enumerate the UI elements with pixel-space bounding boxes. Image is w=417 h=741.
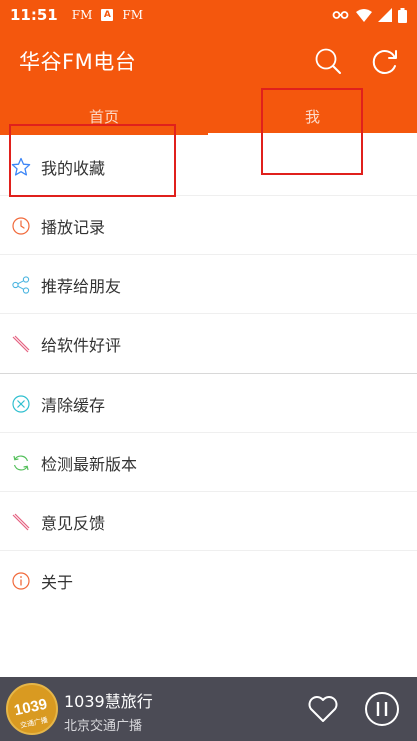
menu-item-feedback[interactable]: 意见反馈 xyxy=(0,492,417,551)
refresh-button[interactable] xyxy=(368,44,402,78)
signal-icon xyxy=(378,8,392,22)
favorite-button[interactable] xyxy=(306,693,340,725)
menu-item-label: 播放记录 xyxy=(41,217,106,237)
star-icon xyxy=(11,157,31,177)
menu-item-label: 推荐给朋友 xyxy=(41,276,122,296)
tab-me[interactable]: 我 xyxy=(208,98,417,135)
app-title: 华谷FM电台 xyxy=(19,50,137,74)
feedback-icon xyxy=(11,512,31,532)
menu-item-label: 意见反馈 xyxy=(41,513,106,533)
refresh-icon xyxy=(372,50,397,74)
menu-item-label: 给软件好评 xyxy=(41,335,122,355)
clock-icon xyxy=(11,216,31,236)
menu-item-history[interactable]: 播放记录 xyxy=(0,196,417,255)
clear-icon xyxy=(11,394,31,414)
a-notification-icon: A xyxy=(101,9,114,21)
update-icon xyxy=(11,453,31,473)
tab-bar: 首页 我 xyxy=(0,98,417,135)
info-icon xyxy=(11,571,31,591)
menu-item-share[interactable]: 推荐给朋友 xyxy=(0,255,417,314)
menu-item-label: 关于 xyxy=(41,572,74,592)
menu-list: 我的收藏 播放记录 推荐给朋友 给软件好评 清除缓存 检测最新版本 意见反馈 关… xyxy=(0,137,417,610)
mini-player[interactable]: 1039 交通广播 1039慧旅行 北京交通广播 xyxy=(0,677,417,741)
menu-item-favorites[interactable]: 我的收藏 xyxy=(0,137,417,196)
search-button[interactable] xyxy=(311,44,345,78)
station-name: 1039慧旅行 xyxy=(64,692,153,711)
tab-home[interactable]: 首页 xyxy=(0,98,208,135)
menu-item-about[interactable]: 关于 xyxy=(0,551,417,610)
channel-name: 北京交通广播 xyxy=(64,719,143,734)
heart-icon xyxy=(308,696,338,722)
menu-item-check-update[interactable]: 检测最新版本 xyxy=(0,433,417,492)
search-icon xyxy=(315,48,341,74)
menu-item-clear-cache[interactable]: 清除缓存 xyxy=(0,374,417,433)
battery-icon xyxy=(398,7,407,23)
app-header: 华谷FM电台 首页 我 xyxy=(0,30,417,136)
station-cover[interactable]: 1039 交通广播 xyxy=(6,683,58,735)
tab-indicator xyxy=(208,133,417,136)
fm-notification-icon-2: FM xyxy=(122,8,143,22)
menu-item-label: 我的收藏 xyxy=(41,158,106,178)
pause-button[interactable] xyxy=(364,691,400,727)
menu-item-label: 检测最新版本 xyxy=(41,454,138,474)
menu-item-label: 清除缓存 xyxy=(41,395,106,415)
key-icon xyxy=(332,11,349,19)
status-icons xyxy=(332,7,407,23)
menu-item-rate[interactable]: 给软件好评 xyxy=(0,314,417,373)
status-time: 11:51 xyxy=(10,6,58,24)
status-bar: 11:51 FM A FM xyxy=(0,0,417,30)
pause-icon xyxy=(365,692,399,726)
fm-notification-icon: FM xyxy=(71,8,93,22)
share-icon xyxy=(11,275,31,295)
pen-icon xyxy=(11,334,31,354)
wifi-icon xyxy=(356,8,372,22)
